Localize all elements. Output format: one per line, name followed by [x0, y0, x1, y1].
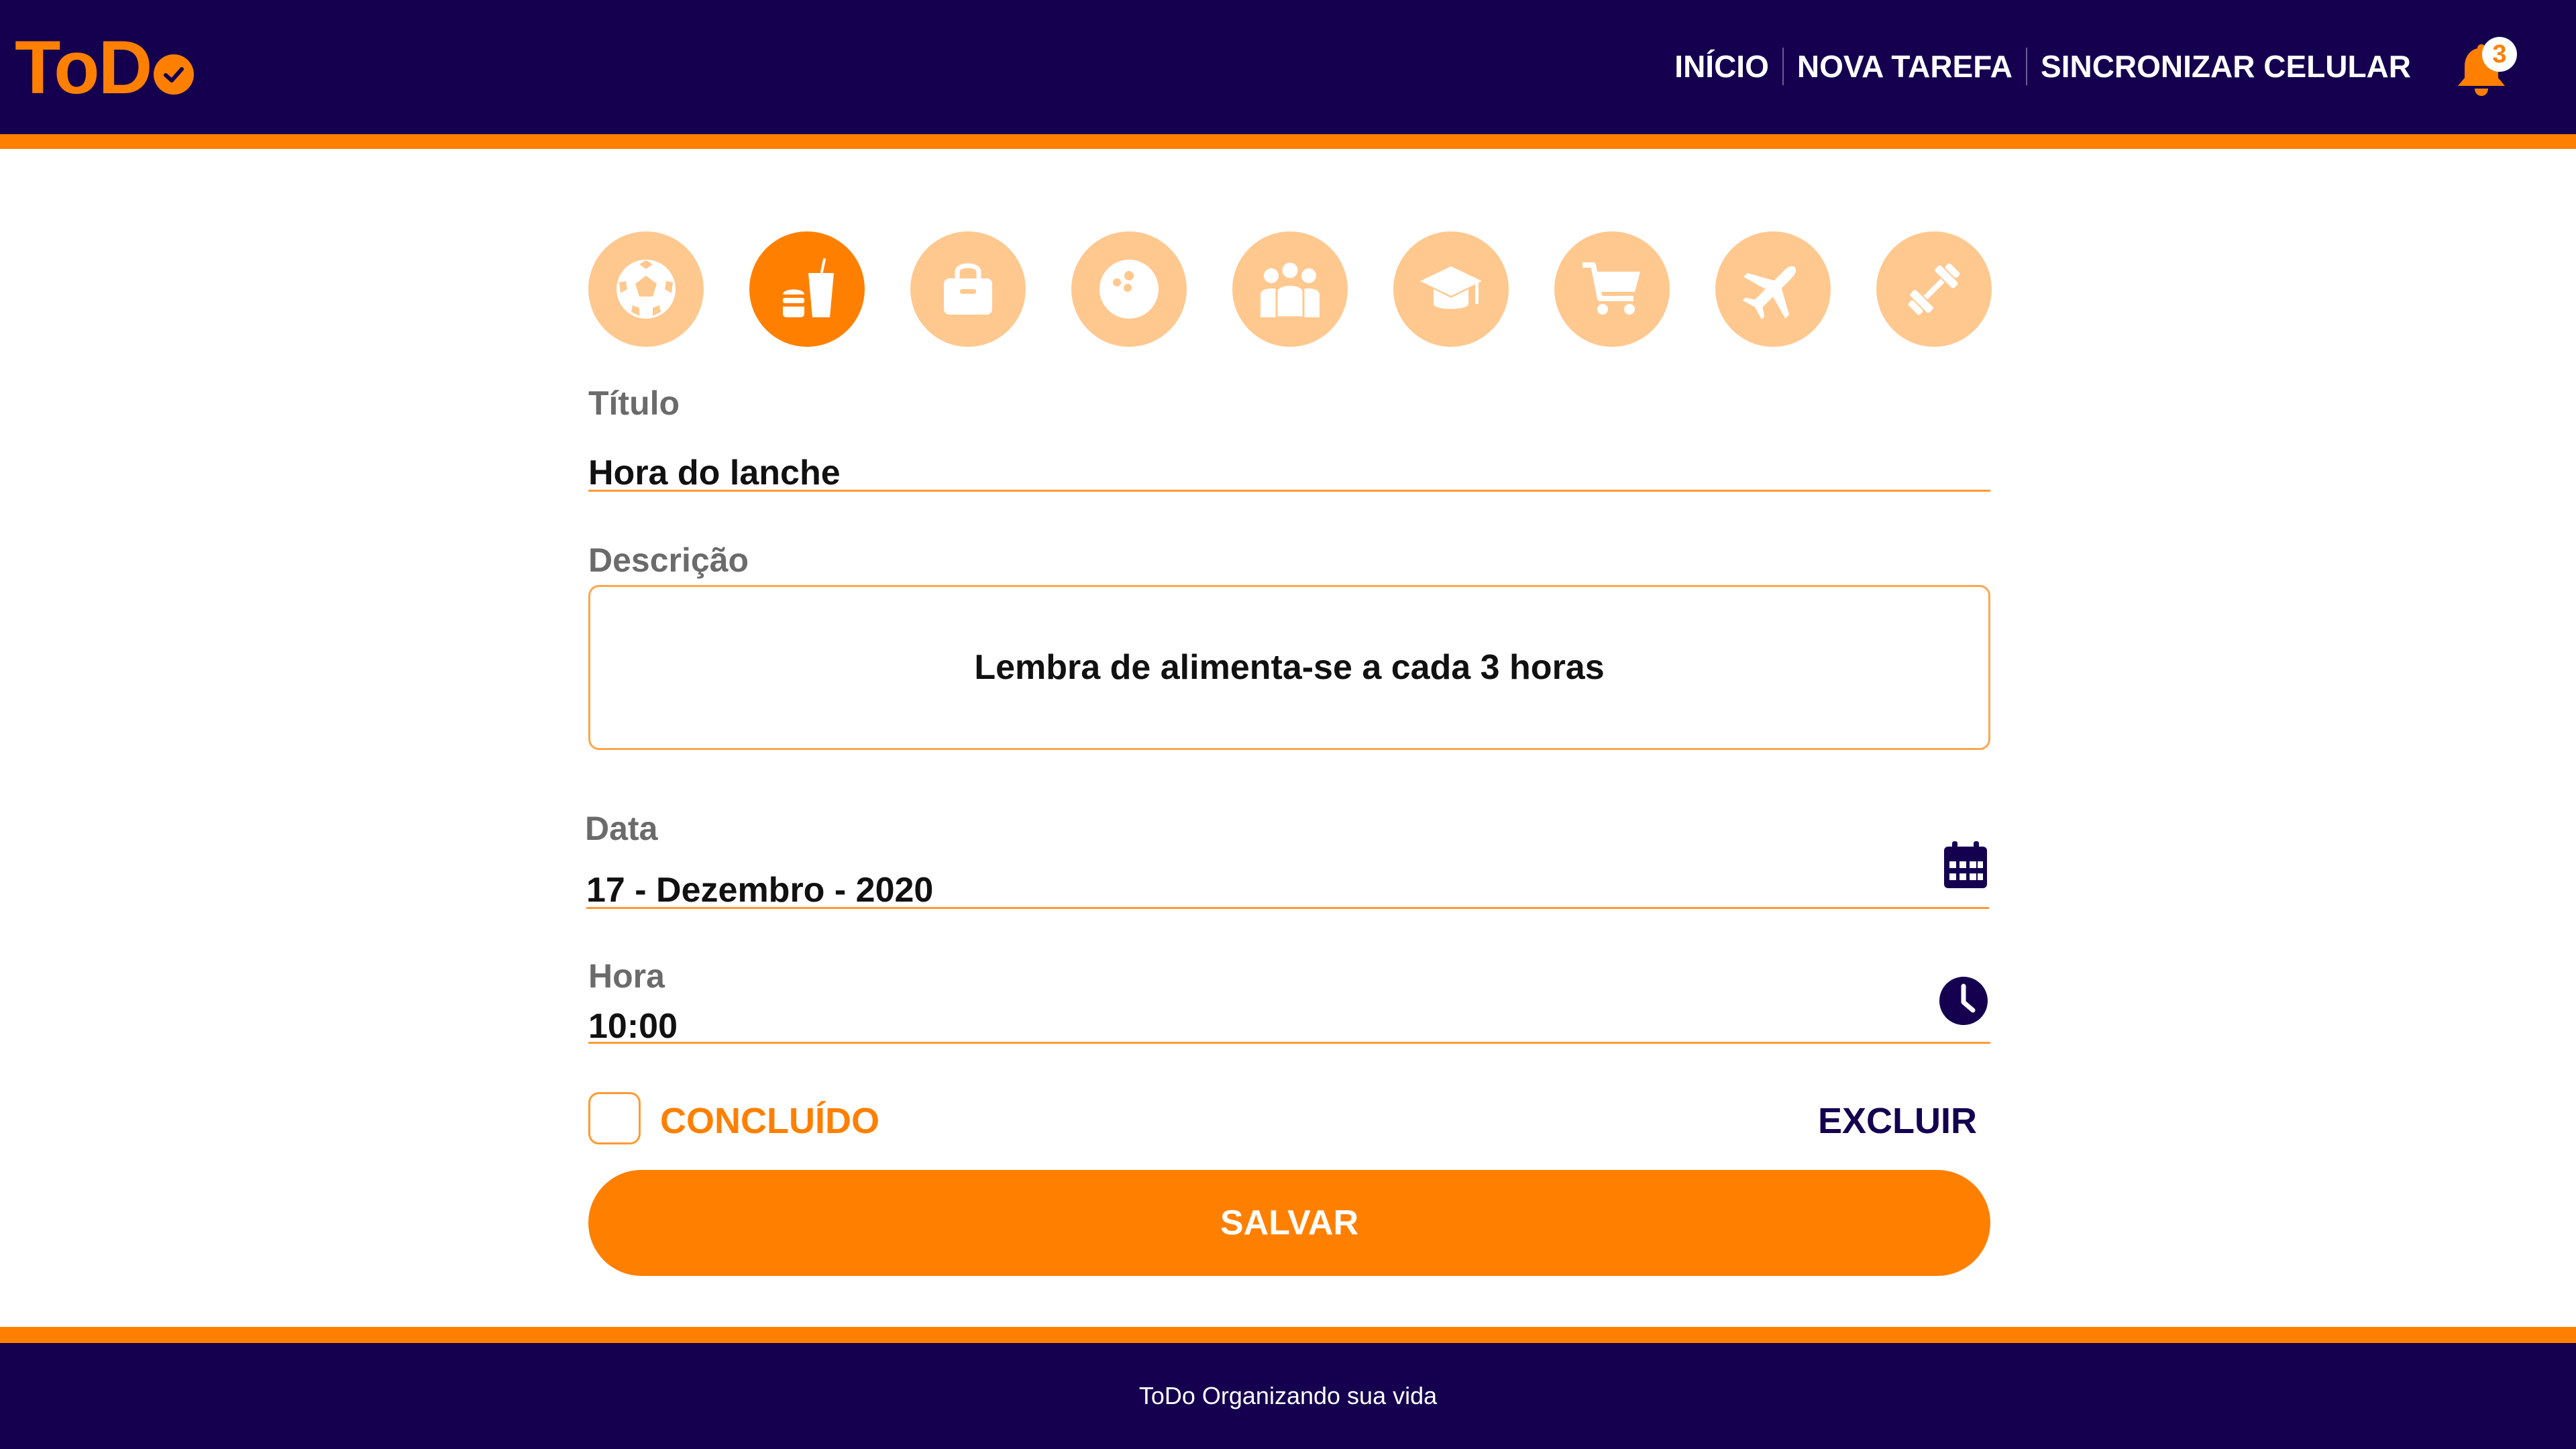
app-logo[interactable]: ToD — [15, 25, 195, 109]
category-sports[interactable] — [588, 231, 704, 347]
title-underline — [588, 490, 1990, 492]
time-input[interactable]: 10:00 — [588, 1006, 678, 1046]
done-label[interactable]: CONCLUÍDO — [660, 1100, 879, 1142]
category-shopping-bag[interactable] — [910, 231, 1026, 347]
date-underline — [586, 907, 1989, 909]
people-group-icon — [1260, 260, 1320, 319]
category-food[interactable] — [749, 231, 865, 347]
date-input[interactable]: 17 - Dezembro - 2020 — [586, 870, 933, 910]
check-circle-icon — [154, 54, 195, 95]
graduation-cap-icon — [1420, 266, 1482, 309]
shopping-cart-icon — [1582, 262, 1640, 315]
category-fitness[interactable] — [1876, 231, 1992, 347]
delete-button[interactable]: EXCLUIR — [1818, 1100, 1977, 1142]
nav-nova-tarefa[interactable]: NOVA TAREFA — [1784, 42, 2026, 91]
footer-accent-stripe — [0, 1327, 2576, 1343]
food-drink-icon — [783, 258, 834, 317]
date-label: Data — [585, 810, 658, 847]
top-bar: ToD INÍCIO NOVA TAREFA SINCRONIZAR CELUL… — [0, 0, 2576, 134]
title-input[interactable]: Hora do lanche — [588, 453, 841, 493]
category-people[interactable] — [1232, 231, 1348, 347]
header-accent-stripe — [0, 134, 2576, 149]
save-button[interactable]: SALVAR — [588, 1170, 1990, 1276]
category-travel[interactable] — [1715, 231, 1831, 347]
airplane-icon — [1742, 266, 1796, 320]
category-education[interactable] — [1393, 231, 1509, 347]
time-underline — [588, 1042, 1990, 1044]
nav-sincronizar-celular[interactable]: SINCRONIZAR CELULAR — [2027, 42, 2424, 91]
done-checkbox[interactable] — [588, 1092, 641, 1144]
top-nav: INÍCIO NOVA TAREFA SINCRONIZAR CELULAR — [1661, 42, 2424, 91]
logo-text: ToD — [15, 25, 152, 109]
description-label: Descrição — [588, 541, 749, 579]
footer-text: ToDo Organizando sua vida — [1138, 1382, 1438, 1409]
soccer-ball-icon — [616, 260, 676, 319]
category-bowling[interactable] — [1071, 231, 1187, 347]
bowling-ball-icon — [1099, 260, 1159, 319]
description-textarea[interactable]: Lembra de alimenta-se a cada 3 horas — [588, 585, 1990, 750]
footer: ToDo Organizando sua vida — [0, 1343, 2576, 1449]
description-text: Lembra de alimenta-se a cada 3 horas — [974, 648, 1605, 687]
dumbbell-icon — [1908, 263, 1960, 315]
title-label: Título — [588, 384, 680, 422]
category-selector — [588, 231, 1992, 347]
calendar-icon[interactable] — [1939, 839, 1992, 892]
nav-inicio[interactable]: INÍCIO — [1661, 42, 1782, 91]
shopping-bag-icon — [944, 263, 992, 315]
time-label: Hora — [588, 957, 665, 995]
category-groceries[interactable] — [1554, 231, 1670, 347]
clock-icon[interactable] — [1937, 974, 1990, 1028]
notification-badge: 3 — [2482, 37, 2517, 72]
